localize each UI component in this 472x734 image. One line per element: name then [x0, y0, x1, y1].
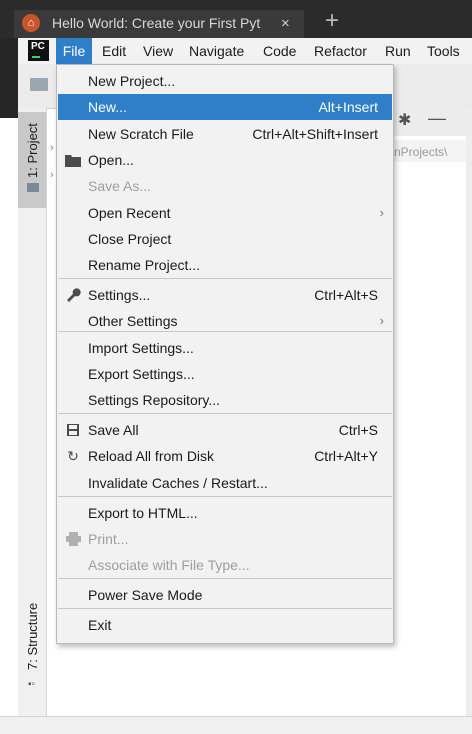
reload-icon: ↻ [67, 448, 79, 464]
menu-item-open[interactable]: Open... [58, 147, 392, 173]
menu-item-label: Associate with File Type... [88, 557, 250, 573]
menu-separator [58, 608, 392, 609]
menu-item-label: Open... [88, 152, 134, 168]
submenu-arrow-icon: › [379, 205, 384, 220]
menu-item-export-to-html[interactable]: Export to HTML... [58, 500, 392, 526]
new-tab-button[interactable]: + [325, 9, 339, 33]
right-edge [466, 108, 472, 716]
menu-item-label: Import Settings... [88, 340, 194, 356]
menu-item-open-recent[interactable]: Open Recent › [58, 200, 392, 226]
bottom-bar [0, 716, 472, 734]
menu-separator [58, 278, 392, 279]
menu-code[interactable]: Code [263, 38, 296, 64]
print-icon [64, 526, 82, 554]
menu-item-print: Print... [58, 526, 392, 552]
menu-item-label: Save As... [88, 178, 152, 194]
project-folder-icon [27, 183, 39, 192]
menu-item-shortcut: Ctrl+Alt+S [314, 287, 378, 303]
menu-item-label: Exit [88, 617, 112, 633]
structure-icon: ▪▫ [28, 679, 36, 690]
menu-refactor[interactable]: Refactor [314, 38, 367, 64]
menu-item-label: Save All [88, 422, 139, 438]
menu-item-shortcut: Ctrl+S [338, 422, 378, 438]
menu-item-shortcut: Ctrl+Alt+Shift+Insert [252, 126, 378, 142]
minimize-icon[interactable]: — [428, 108, 446, 129]
browser-tab-title: Hello World: Create your First Pyt [52, 15, 261, 31]
tab-close-icon[interactable]: × [281, 15, 290, 32]
menu-separator [58, 578, 392, 579]
menu-item-exit[interactable]: Exit [58, 612, 392, 638]
menu-item-label: New... [88, 99, 127, 115]
menu-run[interactable]: Run [385, 38, 411, 64]
menu-tools[interactable]: Tools [427, 38, 460, 64]
project-tab-label: 1: Project [25, 123, 40, 178]
menu-item-label: Export to HTML... [88, 505, 198, 521]
menu-item-label: Power Save Mode [88, 587, 203, 603]
menu-item-invalidate-caches[interactable]: Invalidate Caches / Restart... [58, 470, 392, 496]
menu-item-label: Invalidate Caches / Restart... [88, 475, 268, 491]
menu-item-shortcut: Ctrl+Alt+Y [314, 448, 378, 464]
menu-navigate[interactable]: Navigate [189, 38, 244, 64]
menu-item-associate-with-file-type: Associate with File Type... [58, 552, 392, 578]
menu-item-settings-repository[interactable]: Settings Repository... [58, 387, 392, 413]
menu-item-settings[interactable]: Settings... Ctrl+Alt+S [58, 282, 392, 308]
menu-item-label: New Project... [88, 73, 176, 89]
menu-item-import-settings[interactable]: Import Settings... [58, 335, 392, 361]
menu-separator [58, 331, 392, 332]
menu-item-label: Reload All from Disk [88, 448, 215, 464]
folder-icon[interactable] [30, 78, 48, 91]
structure-tab-label[interactable]: 7: Structure [25, 603, 40, 670]
menu-edit[interactable]: Edit [102, 38, 126, 64]
menu-item-label: Settings Repository... [88, 392, 221, 408]
menu-item-save-as: Save As... [58, 173, 392, 199]
tree-expand-icon[interactable]: › [50, 142, 54, 154]
menu-separator [58, 496, 392, 497]
window-edge [0, 38, 18, 118]
menu-item-label: Open Recent [88, 205, 171, 221]
tree-expand-icon[interactable]: › [50, 169, 54, 181]
menu-view[interactable]: View [143, 38, 173, 64]
menu-item-new-scratch-file[interactable]: New Scratch File Ctrl+Alt+Shift+Insert [58, 121, 392, 147]
menu-separator [58, 413, 392, 414]
pycharm-logo-icon: PC [28, 40, 49, 61]
menu-item-new-project[interactable]: New Project... [58, 68, 392, 94]
menu-file[interactable]: File [56, 38, 92, 64]
wrench-icon [64, 282, 82, 310]
save-icon [64, 417, 82, 445]
menu-item-label: Rename Project... [88, 257, 201, 273]
file-menu-dropdown: New Project... New... Alt+Insert New Scratc… [56, 64, 394, 644]
menu-item-label: Settings... [88, 287, 151, 303]
project-path-text: nProjects\ [394, 145, 448, 159]
folder-icon [64, 147, 82, 175]
menu-item-save-all[interactable]: Save All Ctrl+S [58, 417, 392, 443]
menu-item-reload-all-from-disk[interactable]: ↻ Reload All from Disk Ctrl+Alt+Y [58, 443, 392, 469]
menu-item-label: Export Settings... [88, 366, 195, 382]
menu-item-power-save-mode[interactable]: Power Save Mode [58, 582, 392, 608]
menu-item-label: Print... [88, 531, 129, 547]
menu-item-shortcut: Alt+Insert [318, 99, 378, 115]
menu-item-new[interactable]: New... Alt+Insert [58, 94, 392, 120]
menu-item-close-project[interactable]: Close Project [58, 226, 392, 252]
gear-icon[interactable]: ✱ [398, 110, 411, 130]
menu-item-rename-project[interactable]: Rename Project... [58, 252, 392, 278]
favicon-icon: ⌂ [22, 14, 40, 32]
menu-item-label: New Scratch File [88, 126, 194, 142]
menu-item-label: Close Project [88, 231, 172, 247]
menu-item-export-settings[interactable]: Export Settings... [58, 361, 392, 387]
